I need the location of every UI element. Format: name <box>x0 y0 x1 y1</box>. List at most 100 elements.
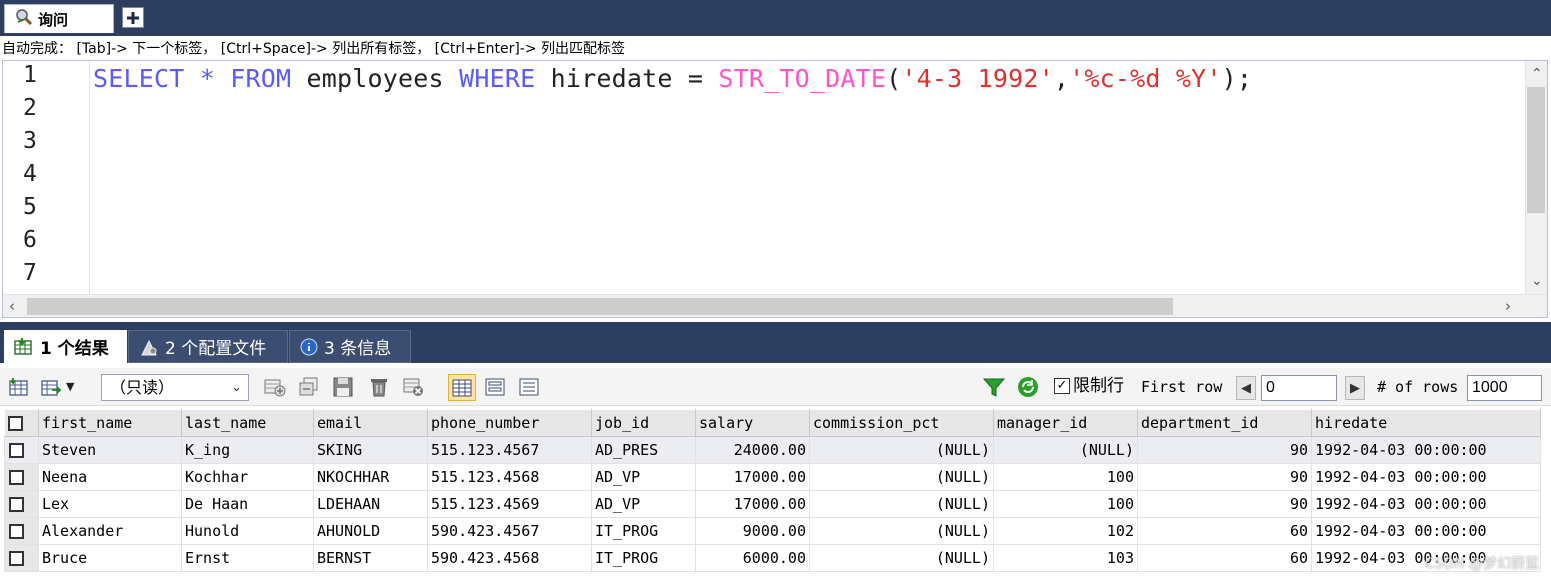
column-header[interactable]: last_name <box>181 409 314 437</box>
table-cell[interactable]: 590.423.4567 <box>427 517 592 545</box>
table-cell[interactable]: (NULL) <box>809 463 994 491</box>
scroll-left-icon[interactable]: ‹ <box>9 299 15 314</box>
row-select-cell[interactable] <box>4 436 39 464</box>
limit-rows-checkbox[interactable]: ✓ <box>1054 378 1070 394</box>
table-cell[interactable]: (NULL) <box>809 436 994 464</box>
table-cell[interactable]: 90 <box>1137 490 1312 518</box>
text-view-button[interactable] <box>518 376 540 398</box>
table-cell[interactable]: Bruce <box>38 544 182 572</box>
next-page-button[interactable]: ▶ <box>1345 376 1365 400</box>
column-header[interactable]: manager_id <box>993 409 1138 437</box>
table-cell[interactable]: 24000.00 <box>695 436 810 464</box>
sql-code-line[interactable]: SELECT * FROM employees WHERE hiredate =… <box>93 62 1252 95</box>
scroll-up-icon[interactable]: ⌃ <box>1531 67 1543 81</box>
table-cell[interactable]: (NULL) <box>809 544 994 572</box>
table-cell[interactable]: SKING <box>313 436 428 464</box>
save-icon[interactable] <box>332 376 354 398</box>
export-grid-icon[interactable] <box>8 376 30 398</box>
select-all-checkbox[interactable] <box>8 415 23 431</box>
scroll-down-icon[interactable]: ⌄ <box>1531 274 1543 288</box>
tab-profiles[interactable]: 2 个配置文件 <box>128 330 288 363</box>
table-cell[interactable]: Steven <box>38 436 182 464</box>
delete-row-icon[interactable] <box>368 376 390 398</box>
row-checkbox[interactable] <box>9 442 24 458</box>
column-header[interactable]: commission_pct <box>809 409 994 437</box>
import-dropdown-chevron-icon[interactable]: ▼ <box>66 380 74 394</box>
table-cell[interactable]: AHUNOLD <box>313 517 428 545</box>
result-grid[interactable]: first_name last_name email phone_number … <box>4 409 1544 575</box>
first-row-input[interactable]: 0 <box>1261 375 1337 401</box>
table-cell[interactable]: 90 <box>1137 463 1312 491</box>
table-cell[interactable]: 515.123.4567 <box>427 436 592 464</box>
previous-page-button[interactable]: ◀ <box>1236 376 1256 400</box>
tab-results[interactable]: 1 个结果 <box>4 330 127 363</box>
table-cell[interactable]: AD_VP <box>591 463 696 491</box>
table-cell[interactable]: K_ing <box>181 436 314 464</box>
horizontal-scroll-thumb[interactable] <box>27 298 1173 315</box>
result-mode-select[interactable]: （只读） ⌄ <box>101 374 249 401</box>
row-checkbox[interactable] <box>9 496 24 512</box>
refresh-icon[interactable] <box>1017 376 1039 398</box>
table-cell[interactable]: NKOCHHAR <box>313 463 428 491</box>
tab-messages[interactable]: 3 条信息 <box>289 330 411 363</box>
vertical-scroll-thumb[interactable] <box>1527 87 1545 213</box>
row-select-cell[interactable] <box>4 463 39 491</box>
filter-icon[interactable] <box>983 376 1005 398</box>
table-cell[interactable]: 100 <box>993 463 1138 491</box>
table-row[interactable]: Bruce Ernst BERNST 590.423.4568 IT_PROG … <box>4 544 1541 572</box>
form-view-button[interactable] <box>484 376 506 398</box>
table-cell[interactable]: 100 <box>993 490 1138 518</box>
table-cell[interactable]: 590.423.4568 <box>427 544 592 572</box>
grid-view-button[interactable] <box>448 374 476 401</box>
table-cell[interactable]: Lex <box>38 490 182 518</box>
table-row[interactable]: Steven K_ing SKING 515.123.4567 AD_PRES … <box>4 436 1541 464</box>
editor-horizontal-scrollbar[interactable]: ‹ › <box>3 294 1547 317</box>
table-cell[interactable]: (NULL) <box>809 490 994 518</box>
table-cell[interactable]: 17000.00 <box>695 463 810 491</box>
column-header[interactable]: first_name <box>38 409 182 437</box>
table-cell[interactable]: 1992-04-03 00:00:00 <box>1311 463 1541 491</box>
table-cell[interactable]: Alexander <box>38 517 182 545</box>
sql-editor[interactable]: 1 2 3 4 5 6 7 SELECT * FROM employees WH… <box>2 60 1548 318</box>
row-select-cell[interactable] <box>4 490 39 518</box>
row-select-cell[interactable] <box>4 517 39 545</box>
row-select-cell[interactable] <box>4 544 39 572</box>
import-grid-icon[interactable] <box>40 376 62 398</box>
table-cell[interactable]: AD_PRES <box>591 436 696 464</box>
table-cell[interactable]: De Haan <box>181 490 314 518</box>
table-cell[interactable]: (NULL) <box>993 436 1138 464</box>
table-row[interactable]: Lex De Haan LDEHAAN 515.123.4569 AD_VP 1… <box>4 490 1541 518</box>
table-cell[interactable]: 60 <box>1137 544 1312 572</box>
table-cell[interactable]: Kochhar <box>181 463 314 491</box>
column-header[interactable]: hiredate <box>1311 409 1541 437</box>
table-row[interactable]: Neena Kochhar NKOCHHAR 515.123.4568 AD_V… <box>4 463 1541 491</box>
row-checkbox[interactable] <box>9 469 24 485</box>
column-header[interactable]: salary <box>695 409 810 437</box>
column-header[interactable]: department_id <box>1137 409 1312 437</box>
table-cell[interactable]: 6000.00 <box>695 544 810 572</box>
table-cell[interactable]: 103 <box>993 544 1138 572</box>
table-cell[interactable]: (NULL) <box>809 517 994 545</box>
table-cell[interactable]: 90 <box>1137 436 1312 464</box>
table-cell[interactable]: Ernst <box>181 544 314 572</box>
table-cell[interactable]: 515.123.4569 <box>427 490 592 518</box>
table-cell[interactable]: IT_PROG <box>591 544 696 572</box>
column-header[interactable]: email <box>313 409 428 437</box>
discard-changes-icon[interactable] <box>403 376 425 398</box>
table-row[interactable]: Alexander Hunold AHUNOLD 590.423.4567 IT… <box>4 517 1541 545</box>
table-cell[interactable]: 9000.00 <box>695 517 810 545</box>
table-cell[interactable]: LDEHAAN <box>313 490 428 518</box>
tab-query[interactable]: 询问 <box>4 4 114 33</box>
table-cell[interactable]: IT_PROG <box>591 517 696 545</box>
table-cell[interactable]: 17000.00 <box>695 490 810 518</box>
rows-count-input[interactable]: 1000 <box>1467 375 1542 401</box>
table-cell[interactable]: 102 <box>993 517 1138 545</box>
table-cell[interactable]: Hunold <box>181 517 314 545</box>
table-cell[interactable]: 60 <box>1137 517 1312 545</box>
new-query-tab-button[interactable] <box>122 7 144 28</box>
row-checkbox[interactable] <box>9 523 24 539</box>
editor-vertical-scrollbar[interactable]: ⌃ ⌄ <box>1525 61 1547 294</box>
table-cell[interactable]: BERNST <box>313 544 428 572</box>
table-cell[interactable]: Neena <box>38 463 182 491</box>
column-header[interactable]: job_id <box>591 409 696 437</box>
